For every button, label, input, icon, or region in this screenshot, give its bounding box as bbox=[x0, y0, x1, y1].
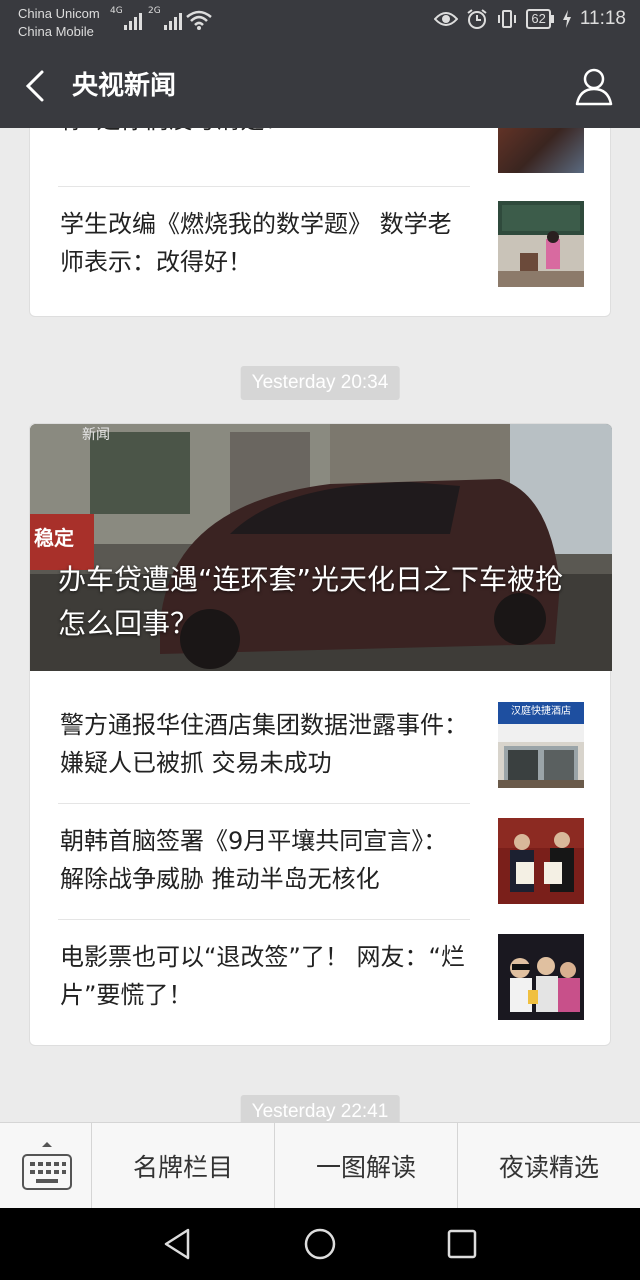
list-item[interactable]: 电影票也可以“退改签”了！ 网友：“烂片”要慌了！ bbox=[30, 920, 612, 1036]
carrier-1: China Unicom bbox=[18, 6, 100, 21]
alarm-icon bbox=[467, 9, 487, 29]
article-thumbnail bbox=[498, 818, 584, 904]
article-thumbnail bbox=[498, 201, 584, 287]
network-1-label: 4G bbox=[110, 6, 123, 16]
hero-title: 办车贷遭遇“连环套”光天化日之下车被抢 怎么回事？ bbox=[58, 563, 592, 640]
chevron-left-icon[interactable] bbox=[18, 64, 62, 108]
circle-home-icon[interactable] bbox=[300, 1224, 340, 1264]
timestamp-badge: Yesterday 22:41 bbox=[240, 1095, 400, 1122]
article-card: 新闻 稳定 办车贷遭遇“连环套”光天化日之下车被抢 怎么回事？ 警方通报华住酒店… bbox=[29, 423, 612, 1046]
keyboard-icon bbox=[22, 1142, 72, 1190]
eye-icon bbox=[434, 12, 459, 26]
battery-level: 62 bbox=[526, 9, 551, 29]
system-nav-bar bbox=[0, 1208, 640, 1280]
battery-icon: 62 bbox=[526, 9, 554, 29]
square-recents-icon[interactable] bbox=[442, 1224, 482, 1264]
article-title: 警方通报华住酒店集团数据泄露事件：嫌疑人已被抓 交易未成功 bbox=[60, 711, 468, 777]
list-item[interactable]: 警方通报华住酒店集团数据泄露事件：嫌疑人已被抓 交易未成功 汉庭快捷酒店 bbox=[30, 688, 612, 804]
status-bar: China Unicom China Mobile 4G 2G 62 11:18 bbox=[0, 0, 640, 44]
status-right: 62 11:18 bbox=[434, 8, 626, 30]
bottom-menu: 名牌栏目 一图解读 夜读精选 bbox=[0, 1122, 640, 1209]
keyboard-toggle-button[interactable] bbox=[0, 1123, 92, 1209]
triangle-back-icon[interactable] bbox=[158, 1224, 198, 1264]
article-thumbnail bbox=[498, 934, 584, 1020]
network-2-label: 2G bbox=[148, 6, 161, 16]
clock: 11:18 bbox=[579, 8, 626, 29]
article-thumbnail bbox=[498, 128, 584, 173]
top-nav: 央视新闻 bbox=[0, 44, 640, 128]
hero-article[interactable]: 新闻 稳定 办车贷遭遇“连环套”光天化日之下车被抢 怎么回事？ bbox=[30, 424, 612, 671]
article-title: 朝韩首脑签署《9月平壤共同宣言》：解除战争威胁 推动半岛无核化 bbox=[60, 827, 448, 893]
timestamp-badge: Yesterday 20:34 bbox=[240, 366, 400, 400]
article-card: 称“是你们没写清楚！” 学生改编《燃烧我的数学题》 数学老师表示：改得好！ bbox=[29, 128, 611, 317]
user-icon[interactable] bbox=[572, 64, 616, 108]
article-feed[interactable]: 称“是你们没写清楚！” 学生改编《燃烧我的数学题》 数学老师表示：改得好！ Ye… bbox=[0, 128, 640, 1122]
vibrate-icon bbox=[498, 10, 517, 28]
menu-item-brand-columns[interactable]: 名牌栏目 bbox=[92, 1123, 275, 1209]
carrier-2: China Mobile bbox=[18, 24, 94, 39]
menu-item-night-reading[interactable]: 夜读精选 bbox=[458, 1123, 640, 1209]
article-title: 电影票也可以“退改签”了！ 网友：“烂片”要慌了！ bbox=[60, 943, 465, 1009]
hero-watermark: 新闻 bbox=[82, 427, 110, 443]
wifi-icon bbox=[186, 10, 212, 30]
list-item[interactable]: 学生改编《燃烧我的数学题》 数学老师表示：改得好！ bbox=[30, 187, 612, 303]
list-item[interactable]: 称“是你们没写清楚！” bbox=[30, 128, 612, 187]
page-title: 央视新闻 bbox=[72, 71, 177, 101]
carrier-labels: China Unicom China Mobile bbox=[18, 5, 100, 41]
signal-2-icon: 2G bbox=[148, 6, 182, 30]
menu-item-infographic[interactable]: 一图解读 bbox=[275, 1123, 458, 1209]
article-title: 称“是你们没写清楚！” bbox=[60, 128, 470, 139]
thumbnail-sign: 汉庭快捷酒店 bbox=[511, 706, 571, 717]
signal-1-icon: 4G bbox=[110, 6, 142, 30]
hero-sign: 稳定 bbox=[34, 526, 74, 550]
list-item[interactable]: 朝韩首脑签署《9月平壤共同宣言》：解除战争威胁 推动半岛无核化 bbox=[30, 804, 612, 920]
charging-icon bbox=[562, 10, 571, 28]
article-title: 学生改编《燃烧我的数学题》 数学老师表示：改得好！ bbox=[60, 210, 452, 276]
